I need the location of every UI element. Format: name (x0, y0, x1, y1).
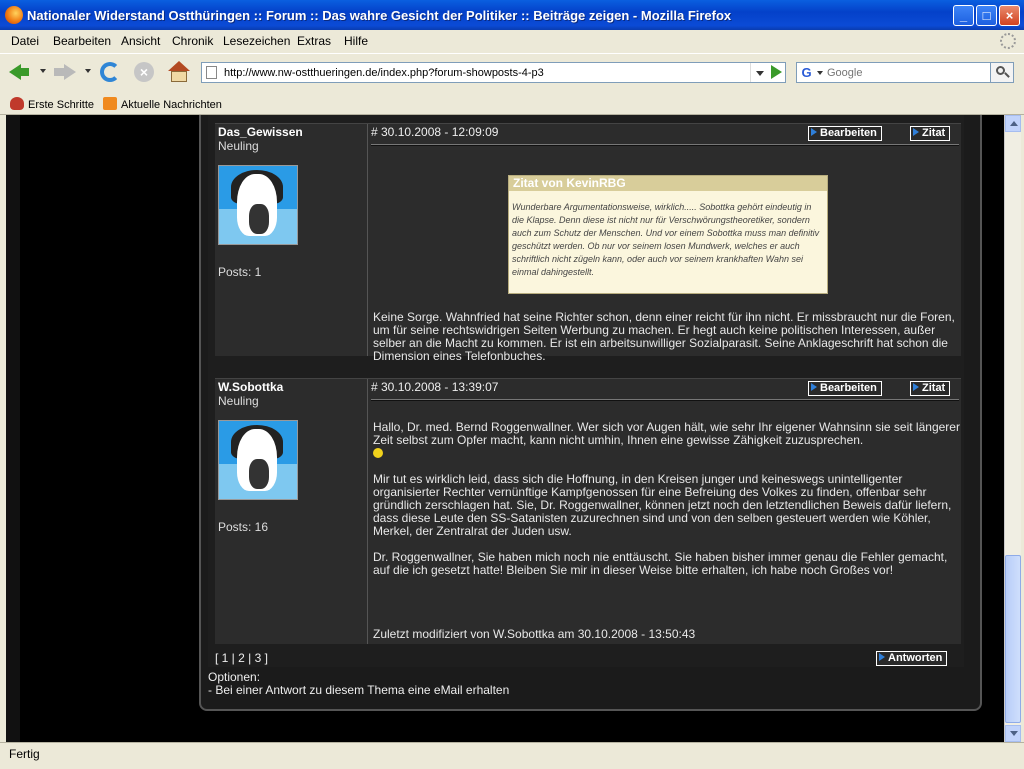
go-button[interactable] (768, 63, 784, 81)
post-author-panel: Das_Gewissen Neuling Posts: 1 (215, 124, 368, 356)
page-content: Das_Gewissen Neuling Posts: 1 # 30.10.20… (6, 115, 1004, 742)
post-timestamp[interactable]: # 30.10.2008 - 12:09:09 (371, 125, 498, 139)
url-input[interactable] (224, 64, 749, 81)
stop-button[interactable]: × (130, 58, 158, 86)
post-footer: [ 1 | 2 | 3 ] Antworten (215, 648, 961, 668)
bookmark-label: Erste Schritte (28, 99, 95, 111)
forward-history-dropdown[interactable] (85, 69, 91, 73)
bookmark-aktuelle-nachrichten[interactable]: Aktuelle Nachrichten (103, 97, 222, 111)
quote-button[interactable]: Zitat (910, 381, 951, 396)
post-divider (371, 144, 959, 146)
post-body: # 30.10.2008 - 13:39:07 Bearbeiten Zitat… (371, 379, 961, 644)
forum-post: W.Sobottka Neuling Posts: 16 # 30.10.200… (215, 378, 961, 644)
arrow-icon (811, 383, 817, 391)
menu-chronik[interactable]: Chronik (172, 34, 213, 48)
post-timestamp[interactable]: # 30.10.2008 - 13:39:07 (371, 380, 498, 394)
menu-bar: Datei Bearbeiten Ansicht Chronik Lesezei… (0, 30, 1024, 52)
search-button[interactable] (990, 62, 1014, 83)
forum-frame: Das_Gewissen Neuling Posts: 1 # 30.10.20… (199, 115, 982, 711)
forum-post: Das_Gewissen Neuling Posts: 1 # 30.10.20… (215, 123, 961, 363)
search-engine-dropdown[interactable] (817, 71, 823, 75)
quote-button[interactable]: Zitat (910, 126, 951, 141)
menu-ansicht[interactable]: Ansicht (121, 34, 160, 48)
minimize-button[interactable]: _ (953, 5, 974, 26)
bookmarks-toolbar: Erste Schritte Aktuelle Nachrichten (0, 92, 1024, 115)
back-history-dropdown[interactable] (40, 69, 46, 73)
post-author-panel: W.Sobottka Neuling Posts: 16 (215, 379, 368, 644)
avatar (218, 420, 298, 500)
home-button[interactable] (165, 58, 193, 86)
status-bar: Fertig (0, 742, 1024, 769)
home-icon (168, 61, 190, 71)
menu-lesezeichen[interactable]: Lesezeichen (223, 34, 290, 48)
page-left-edge (6, 115, 20, 742)
smiley-icon (373, 448, 383, 458)
post-text: Hallo, Dr. med. Bernd Roggenwallner. Wer… (373, 421, 961, 590)
post-divider (371, 399, 959, 401)
firefox-icon (5, 6, 23, 24)
arrow-icon (913, 383, 919, 391)
menu-bearbeiten[interactable]: Bearbeiten (53, 34, 111, 48)
arrow-icon (913, 128, 919, 136)
stop-icon: × (134, 62, 154, 82)
post-paragraph: Hallo, Dr. med. Bernd Roggenwallner. Wer… (373, 421, 961, 460)
post-username[interactable]: Das_Gewissen (218, 125, 303, 139)
email-notify-option[interactable]: - Bei einer Antwort zu diesem Thema eine… (208, 684, 509, 697)
edit-button[interactable]: Bearbeiten (808, 381, 882, 396)
quote-header: Zitat von KevinRBG (509, 176, 827, 191)
menu-datei[interactable]: Datei (11, 34, 39, 48)
quote-text: Wunderbare Argumentationsweise, wirklich… (512, 202, 820, 277)
menu-hilfe[interactable]: Hilfe (344, 34, 368, 48)
post-user-postcount: Posts: 1 (218, 265, 262, 279)
reload-icon (100, 62, 120, 82)
forward-button[interactable] (50, 58, 78, 86)
post-text: Keine Sorge. Wahnfried hat seine Richter… (373, 310, 955, 363)
scroll-down-arrow[interactable] (1005, 725, 1021, 742)
quote-box: Zitat von KevinRBG Wunderbare Argumentat… (508, 175, 828, 294)
pagination[interactable]: [ 1 | 2 | 3 ] (215, 651, 268, 665)
search-bar[interactable]: G (796, 62, 992, 83)
post-user-rank: Neuling (218, 394, 259, 408)
edit-button[interactable]: Bearbeiten (808, 126, 882, 141)
forward-arrow-icon (64, 64, 76, 80)
post-body: # 30.10.2008 - 12:09:09 Bearbeiten Zitat… (371, 124, 959, 363)
bookmark-erste-schritte[interactable]: Erste Schritte (10, 97, 94, 111)
back-button[interactable] (5, 58, 33, 86)
post-paragraph: Dr. Roggenwallner, Sie haben mich noch n… (373, 550, 948, 577)
arrow-icon (811, 128, 817, 136)
url-history-dropdown[interactable] (750, 63, 768, 82)
vertical-scrollbar[interactable] (1004, 115, 1021, 742)
window-title: Nationaler Widerstand Ostthüringen :: Fo… (27, 8, 732, 23)
topic-options: Optionen: - Bei einer Antwort zu diesem … (208, 671, 509, 697)
post-user-postcount: Posts: 16 (218, 520, 269, 534)
post-username[interactable]: W.Sobottka (218, 380, 283, 394)
firefox-bookmark-icon (10, 97, 24, 110)
arrow-icon (879, 653, 885, 661)
forum-inner: Das_Gewissen Neuling Posts: 1 # 30.10.20… (208, 115, 964, 667)
window-titlebar: Nationaler Widerstand Ostthüringen :: Fo… (0, 0, 1024, 30)
reply-button[interactable]: Antworten (876, 651, 948, 666)
reload-button[interactable] (96, 58, 124, 86)
post-paragraph: Mir tut es wirklich leid, dass sich die … (373, 472, 952, 538)
address-bar[interactable] (201, 62, 786, 83)
throbber-icon (1000, 33, 1016, 49)
edit-note: Zuletzt modifiziert von W.Sobottka am 30… (373, 627, 696, 641)
page-icon (206, 66, 217, 79)
scroll-up-arrow[interactable] (1005, 115, 1021, 132)
bookmark-label: Aktuelle Nachrichten (121, 99, 222, 111)
search-input[interactable] (827, 64, 987, 81)
close-button[interactable]: × (999, 5, 1020, 26)
status-text: Fertig (9, 747, 40, 761)
avatar (218, 165, 298, 245)
scroll-thumb[interactable] (1005, 555, 1021, 723)
google-icon[interactable]: G (799, 65, 814, 80)
maximize-button[interactable]: □ (976, 5, 997, 26)
menu-extras[interactable]: Extras (297, 34, 331, 48)
post-user-rank: Neuling (218, 139, 259, 153)
rss-icon (103, 97, 117, 110)
navigation-toolbar: × G (0, 53, 1024, 91)
